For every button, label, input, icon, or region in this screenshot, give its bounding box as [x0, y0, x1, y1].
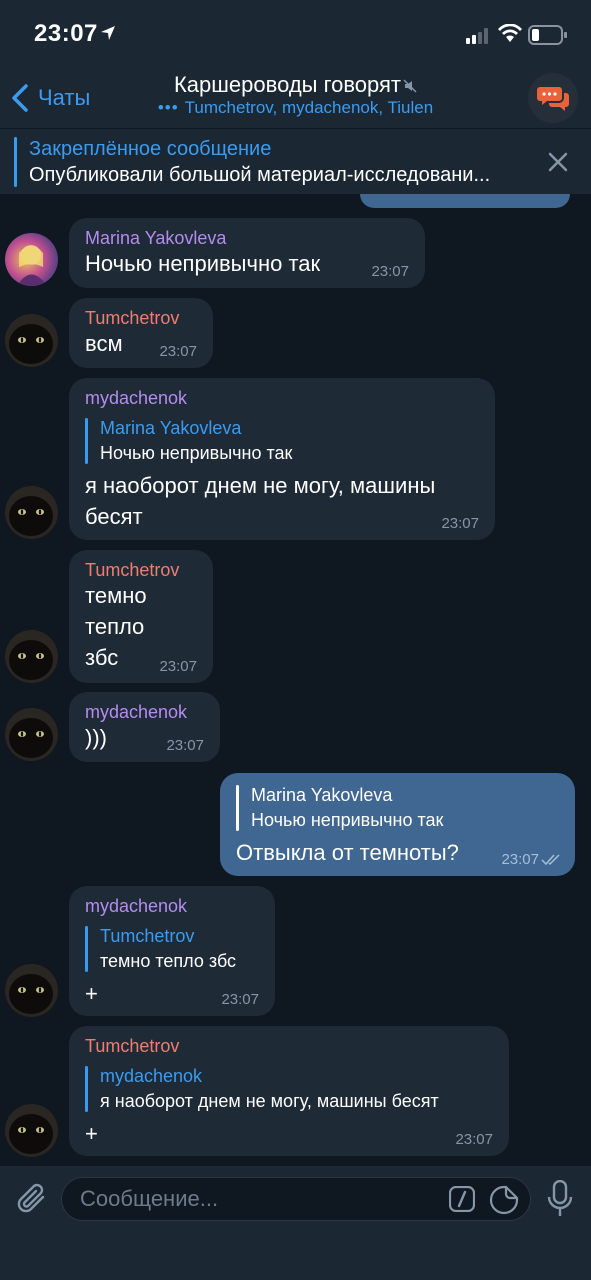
chat-title-text: Каршероводы говорят	[173, 72, 402, 97]
message-bubble[interactable]: Tumchetrov темно тепло збс 23:07	[69, 550, 213, 683]
avatar[interactable]	[5, 1104, 58, 1157]
message-time: 23:07	[441, 515, 479, 532]
message-text-line: темно	[85, 583, 147, 608]
signal-icon	[466, 28, 488, 44]
message-time: 23:07	[501, 851, 539, 868]
message-bubble[interactable]: Tumchetrov всм 23:07	[69, 298, 213, 368]
close-icon[interactable]	[547, 151, 569, 173]
reply-preview[interactable]: mydachenok я наоборот днем не могу, маши…	[85, 1064, 493, 1114]
sender-name: Tumchetrov	[85, 308, 180, 328]
chat-bubbles-icon	[537, 87, 569, 111]
reply-text: я наоборот днем не могу, машины бесят	[100, 1091, 439, 1111]
reply-sender: Tumchetrov	[100, 926, 195, 946]
pinned-accent-line	[14, 137, 17, 187]
message-text-line: я наоборот днем не могу, машины	[85, 473, 436, 498]
message-text: +	[85, 1121, 98, 1146]
message-bubble[interactable]: mydachenok ))) 23:07	[69, 692, 220, 762]
composer-bar	[0, 1166, 591, 1280]
message-text-line: бесят	[85, 504, 143, 529]
pinned-text: Опубликовали большой материал-исследован…	[29, 164, 491, 186]
reply-sender: Marina Yakovleva	[251, 785, 393, 805]
sender-name: Tumchetrov	[85, 560, 180, 580]
reply-preview[interactable]: Tumchetrov темно тепло збс	[85, 924, 259, 974]
reply-text: Ночью непривычно так	[251, 810, 444, 830]
chat-header: Чаты Каршероводы говорят ••• Tumchetrov, …	[0, 70, 591, 128]
message-bubble[interactable]: mydachenok Marina Yakovleva Ночью неприв…	[69, 378, 495, 540]
avatar[interactable]	[5, 708, 58, 761]
wifi-icon	[498, 24, 522, 42]
reply-preview[interactable]: Marina Yakovleva Ночью непривычно так	[236, 783, 559, 833]
slash-command-icon[interactable]	[449, 1186, 475, 1212]
reply-sender: mydachenok	[100, 1066, 203, 1086]
sticker-icon[interactable]	[489, 1185, 519, 1215]
message-text: Ночью непривычно так	[85, 251, 321, 276]
message-text-line: тепло	[85, 614, 145, 639]
location-arrow-icon	[101, 26, 115, 40]
message-bubble[interactable]: Tumchetrov mydachenok я наоборот днем не…	[69, 1026, 509, 1156]
mute-icon	[403, 79, 417, 93]
chat-subtitle: ••• Tumchetrov, mydachenok, Tiulen	[0, 98, 591, 118]
reply-sender: Marina Yakovleva	[100, 418, 242, 438]
pinned-title: Закреплённое сообщение	[29, 138, 272, 160]
typing-indicator: •••	[157, 98, 179, 117]
sender-name: Tumchetrov	[85, 1036, 180, 1056]
status-time: 23:07	[34, 20, 98, 47]
message-bubble[interactable]: Marina Yakovleva Ночью непривычно так От…	[220, 773, 575, 876]
chat-title[interactable]: Каршероводы говорят	[0, 72, 591, 98]
previous-message-fragment	[360, 194, 570, 208]
message-time: 23:07	[221, 991, 259, 1008]
avatar[interactable]	[5, 314, 58, 367]
double-check-icon	[541, 854, 560, 866]
reply-preview[interactable]: Marina Yakovleva Ночью непривычно так	[85, 416, 479, 466]
message-time: 23:07	[159, 343, 197, 360]
sender-name: mydachenok	[85, 896, 188, 916]
battery-icon	[528, 25, 567, 45]
message-time: 23:07	[159, 658, 197, 675]
members-list: Tumchetrov, mydachenok, Tiulen	[184, 98, 434, 117]
message-time: 23:07	[371, 263, 409, 280]
pinned-message-bar[interactable]: Закреплённое сообщение Опубликовали боль…	[0, 128, 591, 194]
reply-text: темно тепло збс	[100, 951, 237, 971]
message-time: 23:07	[455, 1131, 493, 1148]
avatar[interactable]	[5, 486, 58, 539]
group-avatar[interactable]	[528, 73, 578, 123]
avatar[interactable]	[5, 233, 58, 286]
message-bubble[interactable]: Marina Yakovleva Ночью непривычно так 23…	[69, 218, 425, 288]
microphone-icon[interactable]	[547, 1180, 573, 1218]
paperclip-icon[interactable]	[16, 1182, 48, 1216]
reply-text: Ночью непривычно так	[100, 443, 293, 463]
status-bar: 23:07	[0, 0, 591, 70]
sender-name: Marina Yakovleva	[85, 228, 227, 248]
message-time: 23:07	[166, 737, 204, 754]
avatar[interactable]	[5, 964, 58, 1017]
sender-name: mydachenok	[85, 388, 188, 408]
avatar[interactable]	[5, 630, 58, 683]
sender-name: mydachenok	[85, 702, 188, 722]
message-bubble[interactable]: mydachenok Tumchetrov темно тепло збс + …	[69, 886, 275, 1016]
